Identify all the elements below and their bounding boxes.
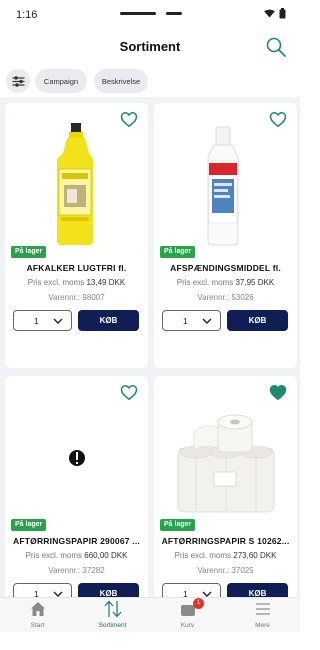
quantity-value: 1: [34, 316, 39, 326]
sort-arrows-icon: [104, 600, 122, 618]
product-price: Pris excl. moms 273,60 DKK: [154, 551, 297, 560]
search-icon[interactable]: [264, 35, 288, 59]
nav-label: Kurv: [180, 622, 195, 629]
buy-button[interactable]: KØB: [227, 583, 288, 597]
chevron-down-icon: [202, 318, 212, 324]
product-name[interactable]: AFTØRRINGSPAPIR S 10262...: [154, 536, 297, 546]
in-stock-badge: På lager: [160, 519, 196, 531]
status-indicator-small: [166, 12, 182, 15]
quantity-select[interactable]: 1: [162, 310, 221, 331]
product-card[interactable]: På lager AFKALKER LUGTFRI fl. Pris excl.…: [5, 103, 148, 368]
nav-item-mere[interactable]: Mere: [225, 598, 300, 633]
white-bottle-image: [207, 126, 239, 246]
header: Sortiment: [0, 30, 300, 64]
cart-count-badge: 1: [193, 598, 204, 609]
quantity-value: 1: [183, 589, 188, 597]
product-grid[interactable]: På lager AFKALKER LUGTFRI fl. Pris excl.…: [0, 97, 300, 597]
quantity-value: 1: [183, 316, 188, 326]
chevron-down-icon: [53, 318, 63, 324]
price-label: Pris excl. moms: [25, 551, 83, 560]
nav-label: Sortiment: [98, 622, 127, 629]
product-sku: Varennr.: 53026: [197, 293, 254, 302]
paper-rolls-image: [177, 414, 275, 513]
nav-item-sortiment[interactable]: Sortiment: [75, 598, 150, 633]
nav-item-start[interactable]: Start: [0, 598, 75, 633]
gesture-area: [0, 632, 300, 650]
in-stock-badge: På lager: [11, 519, 47, 531]
bottom-nav: Start Sortiment 1 Kurv Mere: [0, 597, 300, 632]
status-icons: [264, 8, 286, 19]
wifi-icon: [264, 9, 275, 18]
price-value: 660,00 DKK: [84, 551, 128, 560]
quantity-value: 1: [34, 589, 39, 597]
quantity-select[interactable]: 1: [13, 583, 72, 597]
chevron-down-icon: [53, 591, 63, 597]
chip-campaign[interactable]: Campaign: [35, 69, 87, 93]
battery-icon: [279, 8, 286, 19]
price-label: Pris excl. moms: [27, 278, 85, 287]
home-icon: [31, 602, 45, 616]
product-price: Pris excl. moms 13,49 DKK: [5, 278, 148, 287]
product-name[interactable]: AFSPÆNDINGSMIDDEL fl.: [154, 263, 297, 273]
product-name[interactable]: AFTØRRINGSPAPIR 290067 ...: [5, 536, 148, 546]
product-card[interactable]: På lager AFTØRRINGSPAPIR S 10262... Pris…: [154, 376, 297, 597]
status-indicator: [120, 12, 156, 15]
product-name[interactable]: AFKALKER LUGTFRI fl.: [5, 263, 148, 273]
price-label: Pris excl. moms: [176, 278, 234, 287]
buy-button[interactable]: KØB: [227, 310, 288, 331]
product-sku: Varennr.: 37282: [48, 566, 105, 575]
product-price: Pris excl. moms 660,00 DKK: [5, 551, 148, 560]
price-value: 273,60 DKK: [233, 551, 277, 560]
status-bar: 1:16: [0, 0, 300, 30]
price-value: 13,49 DKK: [86, 278, 126, 287]
nav-label: Mere: [255, 622, 270, 629]
product-card[interactable]: På lager AFTØRRINGSPAPIR 290067 ... Pris…: [5, 376, 148, 597]
page-title: Sortiment: [119, 39, 181, 54]
image-missing-icon: [69, 450, 85, 466]
price-label: Pris excl. moms: [174, 551, 232, 560]
quantity-select[interactable]: 1: [162, 583, 221, 597]
status-time: 1:16: [16, 9, 38, 21]
product-card[interactable]: På lager AFSPÆNDINGSMIDDEL fl. Pris excl…: [154, 103, 297, 368]
buy-button[interactable]: KØB: [78, 310, 139, 331]
quantity-select[interactable]: 1: [13, 310, 72, 331]
product-price: Pris excl. moms 37,95 DKK: [154, 278, 297, 287]
in-stock-badge: På lager: [11, 246, 47, 258]
nav-item-kurv[interactable]: 1 Kurv: [150, 598, 225, 633]
menu-icon: [256, 603, 270, 615]
product-sku: Varennr.: 98007: [48, 293, 105, 302]
buy-button[interactable]: KØB: [78, 583, 139, 597]
filter-row: Campaign Beskrivelse: [0, 68, 300, 96]
sliders-icon: [12, 75, 24, 87]
product-sku: Varennr.: 37025: [197, 566, 254, 575]
filter-button[interactable]: [6, 69, 30, 93]
price-value: 37,95 DKK: [235, 278, 275, 287]
chevron-down-icon: [202, 591, 212, 597]
chip-beskrivelse[interactable]: Beskrivelse: [94, 69, 148, 93]
nav-label: Start: [30, 622, 45, 629]
yellow-bottle-image: [57, 123, 93, 245]
in-stock-badge: På lager: [160, 246, 196, 258]
